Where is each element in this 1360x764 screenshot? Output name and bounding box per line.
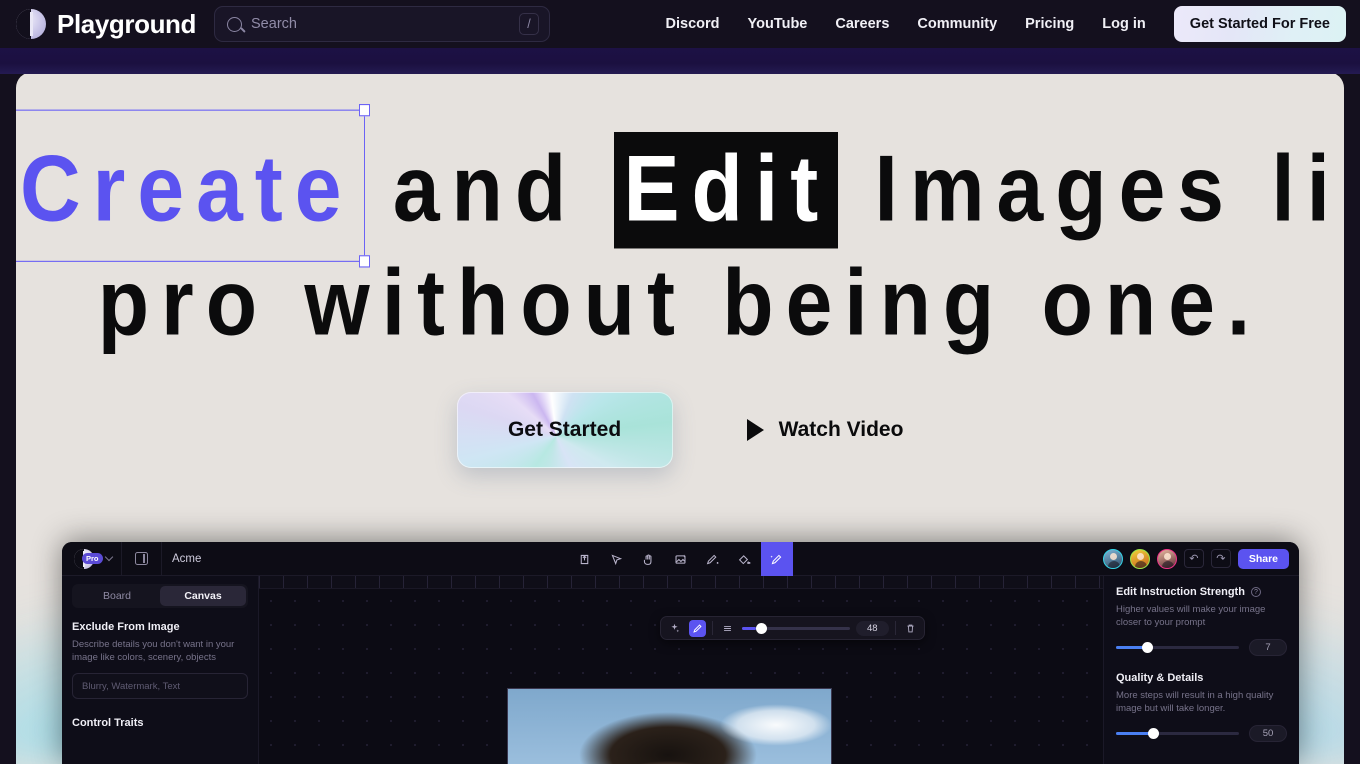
brush-size-slider-fill	[742, 626, 757, 630]
quality-details-title: Quality & Details	[1116, 672, 1204, 684]
slider-thumb[interactable]	[1141, 642, 1153, 653]
page-title: Create and Edit Images like a pro withou…	[16, 104, 1344, 356]
edit-instruction-strength-section: Edit Instruction Strength ? Higher value…	[1116, 586, 1287, 656]
divider	[894, 621, 896, 635]
pen-draw-icon[interactable]	[697, 542, 729, 576]
hand-pan-icon[interactable]	[633, 542, 665, 576]
headline-line-1: Create and Edit Images like a	[16, 104, 1344, 268]
app-body: Board Canvas Exclude From Image Describe…	[62, 576, 1299, 764]
nav-link-discord[interactable]: Discord	[666, 16, 720, 32]
nav-link-youtube[interactable]: YouTube	[748, 16, 808, 32]
watch-video-button[interactable]: Watch Video	[746, 418, 904, 442]
get-started-free-button[interactable]: Get Started For Free	[1173, 6, 1346, 42]
avatar[interactable]	[1129, 548, 1150, 569]
headline-word-and: and	[392, 135, 579, 241]
slider-thumb[interactable]	[1147, 728, 1159, 739]
brush-icon[interactable]	[689, 619, 706, 637]
edit-instruction-strength-slider-row: 7	[1116, 639, 1287, 656]
help-question-icon[interactable]: ?	[1250, 587, 1261, 597]
quality-details-slider[interactable]	[1116, 728, 1239, 739]
canvas-area[interactable]: 48	[259, 576, 1103, 764]
brand[interactable]: Playground	[16, 9, 196, 40]
get-started-button[interactable]: Get Started	[456, 392, 673, 468]
selection-handle-top-right[interactable]	[359, 104, 371, 117]
playground-circle-logo-icon	[16, 9, 46, 39]
sparkle-icon[interactable]	[666, 620, 683, 637]
quality-details-section: Quality & Details More steps will result…	[1116, 672, 1287, 742]
tab-canvas[interactable]: Canvas	[160, 586, 246, 606]
share-export-icon[interactable]	[569, 542, 601, 576]
edit-instruction-strength-description: Higher values will make your image close…	[1116, 604, 1266, 628]
quality-details-description: More steps will result in a high quality…	[1116, 690, 1274, 714]
brush-floating-toolbar: 48	[660, 616, 925, 640]
edit-instruction-strength-title: Edit Instruction Strength	[1116, 586, 1245, 598]
divider	[712, 621, 713, 635]
exclude-from-image-input[interactable]: Blurry, Watermark, Text	[72, 673, 248, 699]
exclude-from-image-description: Describe details you don't want in your …	[72, 639, 235, 663]
tab-board[interactable]: Board	[74, 586, 160, 606]
nav-link-community[interactable]: Community	[917, 16, 997, 32]
search-icon	[227, 16, 243, 32]
app-toolbar: Pro Acme ↶ ↷ Share	[62, 542, 1299, 576]
paint-bucket-icon[interactable]	[729, 542, 761, 576]
left-settings-panel: Board Canvas Exclude From Image Describe…	[62, 576, 259, 764]
headline-line-2: pro without being one.	[97, 249, 1263, 355]
search-input[interactable]: Search	[251, 16, 510, 32]
top-navigation-bar: Playground Search / Discord YouTube Care…	[0, 0, 1360, 48]
quality-details-value: 50	[1249, 725, 1287, 742]
board-canvas-tabs: Board Canvas	[72, 584, 248, 608]
control-traits-title: Control Traits	[72, 717, 144, 729]
image-generate-icon[interactable]	[665, 542, 697, 576]
section-header: Quality & Details	[1116, 672, 1287, 684]
edit-instruction-strength-value: 7	[1249, 639, 1287, 656]
brush-size-slider[interactable]	[742, 622, 850, 634]
right-settings-panel: Edit Instruction Strength ? Higher value…	[1103, 576, 1299, 764]
edit-instruction-strength-slider[interactable]	[1116, 642, 1239, 653]
cursor-select-icon[interactable]	[601, 542, 633, 576]
nav-link-careers[interactable]: Careers	[835, 16, 889, 32]
search-shortcut-key: /	[519, 13, 540, 35]
brush-size-value: 48	[856, 620, 889, 636]
play-triangle-icon	[746, 419, 764, 441]
watch-video-label: Watch Video	[778, 418, 904, 441]
magic-brush-icon[interactable]	[760, 542, 793, 576]
brand-name: Playground	[57, 8, 197, 39]
avatar[interactable]	[1156, 548, 1177, 569]
horizontal-ruler	[259, 576, 1103, 589]
headline-word-edit[interactable]: Edit	[613, 132, 839, 249]
exclude-from-image-title: Exclude From Image	[72, 621, 180, 633]
section-header: Edit Instruction Strength ?	[1116, 586, 1287, 598]
nav-links: Discord YouTube Careers Community Pricin…	[666, 6, 1346, 42]
headline-create-text: Create	[20, 135, 354, 241]
nav-accent-band	[0, 48, 1360, 74]
trash-icon[interactable]	[902, 620, 919, 637]
nav-link-login[interactable]: Log in	[1102, 16, 1146, 32]
brush-size-slider-thumb[interactable]	[756, 622, 768, 634]
search-box[interactable]: Search /	[214, 6, 551, 42]
app-window-mockup: Pro Acme ↶ ↷ Share Board Canvas Exclude …	[62, 542, 1299, 764]
headline-rest: Images like a	[874, 135, 1344, 241]
nav-link-pricing[interactable]: Pricing	[1025, 16, 1074, 32]
canvas-image[interactable]	[507, 688, 832, 764]
quality-details-slider-row: 50	[1116, 725, 1287, 742]
headline-word-create[interactable]: Create	[16, 104, 371, 268]
avatar[interactable]	[1102, 548, 1123, 569]
brush-hardness-icon[interactable]	[719, 620, 736, 637]
hero-buttons: Get Started Watch Video	[16, 392, 1344, 468]
